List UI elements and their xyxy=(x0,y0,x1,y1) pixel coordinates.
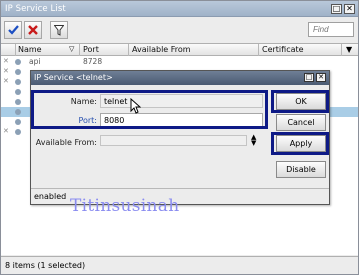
service-icon xyxy=(15,99,21,105)
window-title: IP Service List xyxy=(5,4,66,14)
enable-button[interactable] xyxy=(4,21,22,39)
column-available-from[interactable]: Available From xyxy=(132,45,191,54)
service-icon xyxy=(15,89,21,95)
disabled-x-icon: ✕ xyxy=(3,127,9,135)
row-port: 8728 xyxy=(83,57,103,66)
disable-button[interactable] xyxy=(24,21,42,39)
close-button[interactable]: ✕ xyxy=(344,4,355,14)
service-icon xyxy=(15,79,21,85)
sort-icon: ▽ xyxy=(69,45,75,53)
ip-service-dialog: IP Service <telnet> □ ✕ Name: telnet Por… xyxy=(30,70,330,205)
column-certificate[interactable]: Certificate xyxy=(262,45,304,54)
watermark-text: Titinsusinah xyxy=(70,196,180,216)
available-from-label: Available From: xyxy=(35,138,97,147)
service-icon xyxy=(15,59,21,65)
disabled-x-icon: ✕ xyxy=(3,77,9,85)
columns-menu-icon[interactable]: ▼ xyxy=(346,45,352,54)
find-input[interactable] xyxy=(308,22,354,37)
highlight-apply-box xyxy=(271,132,329,155)
dialog-maximize-button[interactable]: □ xyxy=(304,73,314,82)
dialog-status: enabled xyxy=(34,192,67,201)
service-icon xyxy=(15,129,21,135)
dialog-titlebar[interactable]: IP Service <telnet> □ ✕ xyxy=(31,71,329,85)
toolbar xyxy=(1,18,358,42)
maximize-button[interactable]: □ xyxy=(331,4,342,14)
item-count: 8 items (1 selected) xyxy=(5,261,86,270)
service-icon xyxy=(15,69,21,75)
window-titlebar[interactable]: IP Service List □ ✕ xyxy=(1,1,358,17)
cross-icon xyxy=(28,25,38,35)
highlight-ok-box xyxy=(271,90,329,113)
checkmark-icon xyxy=(7,25,19,35)
status-bar: 8 items (1 selected) xyxy=(1,256,358,274)
disabled-x-icon: ✕ xyxy=(3,57,9,65)
row-name: api xyxy=(29,57,41,66)
table-row[interactable]: ✕ api 8728 xyxy=(1,57,358,67)
column-name[interactable]: Name xyxy=(18,45,42,54)
add-remove-arrows-icon[interactable]: ▲ ▼ xyxy=(251,134,256,147)
column-port[interactable]: Port xyxy=(83,45,99,54)
table-header: Name ▽ Port Available From Certificate ▼ xyxy=(1,44,358,56)
mouse-cursor-icon xyxy=(130,98,141,114)
filter-icon xyxy=(54,24,64,36)
dialog-close-button[interactable]: ✕ xyxy=(316,73,326,82)
service-icon xyxy=(15,109,21,115)
service-icon xyxy=(15,119,21,125)
highlight-name-port-box xyxy=(31,90,268,129)
disable-button-dialog[interactable]: Disable xyxy=(276,161,326,178)
dialog-title: IP Service <telnet> xyxy=(34,73,113,82)
available-from-field[interactable] xyxy=(100,135,247,146)
cancel-button[interactable]: Cancel xyxy=(276,114,326,131)
disabled-x-icon: ✕ xyxy=(3,67,9,75)
filter-button[interactable] xyxy=(50,21,68,39)
